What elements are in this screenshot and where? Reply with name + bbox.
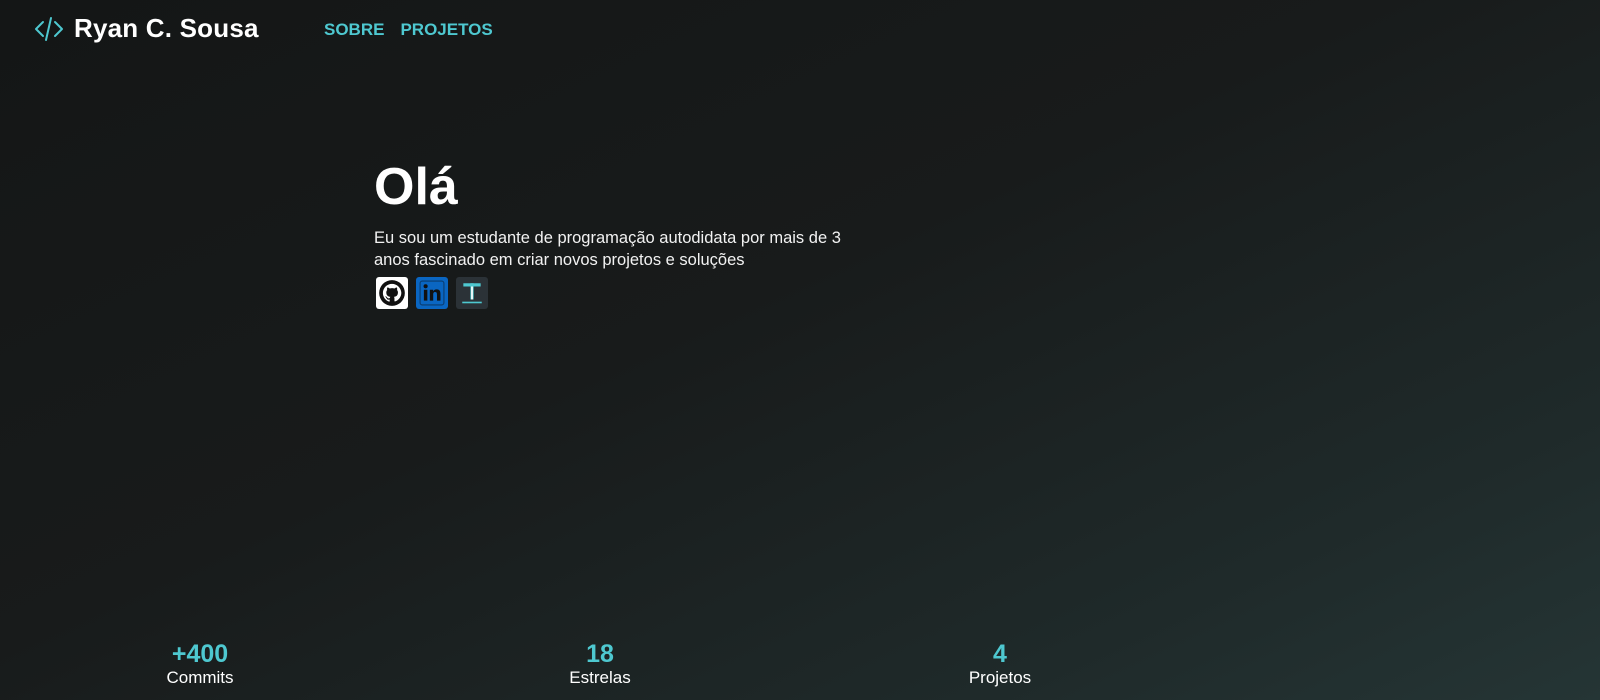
main-nav: SOBRE PROJETOS — [324, 20, 493, 40]
hero-title: Olá — [374, 158, 458, 216]
stat-commits: +400 Commits — [120, 640, 280, 688]
stat-label: Projetos — [968, 668, 1032, 687]
github-icon — [379, 280, 405, 306]
linkedin-icon — [419, 280, 445, 306]
stat-value: 4 — [993, 640, 1007, 668]
social-links — [376, 277, 894, 309]
linkedin-link[interactable] — [416, 277, 448, 309]
code-brackets-icon — [35, 17, 63, 41]
t-icon — [462, 283, 482, 304]
stat-label: Commits — [166, 668, 234, 687]
stat-estrelas: 18 Estrelas — [520, 640, 680, 688]
stat-projetos: 4 Projetos — [920, 640, 1080, 688]
hero-description: Eu sou um estudante de programação autod… — [374, 229, 841, 269]
site-header: Ryan C. Sousa SOBRE PROJETOS — [0, 0, 1600, 60]
site-brand[interactable]: Ryan C. Sousa — [74, 13, 259, 44]
stat-value: 18 — [586, 640, 614, 668]
t-profile-link[interactable] — [456, 277, 488, 309]
hero-section: Olá Eu sou um estudante de programação a… — [374, 155, 894, 309]
stat-label: Estrelas — [569, 668, 631, 687]
nav-link-sobre[interactable]: SOBRE — [324, 20, 384, 40]
github-link[interactable] — [376, 277, 408, 309]
nav-link-projetos[interactable]: PROJETOS — [400, 20, 492, 40]
stat-value: +400 — [171, 640, 229, 668]
stats-bar: +400 Commits 18 Estrelas 4 Projetos — [0, 640, 1600, 700]
